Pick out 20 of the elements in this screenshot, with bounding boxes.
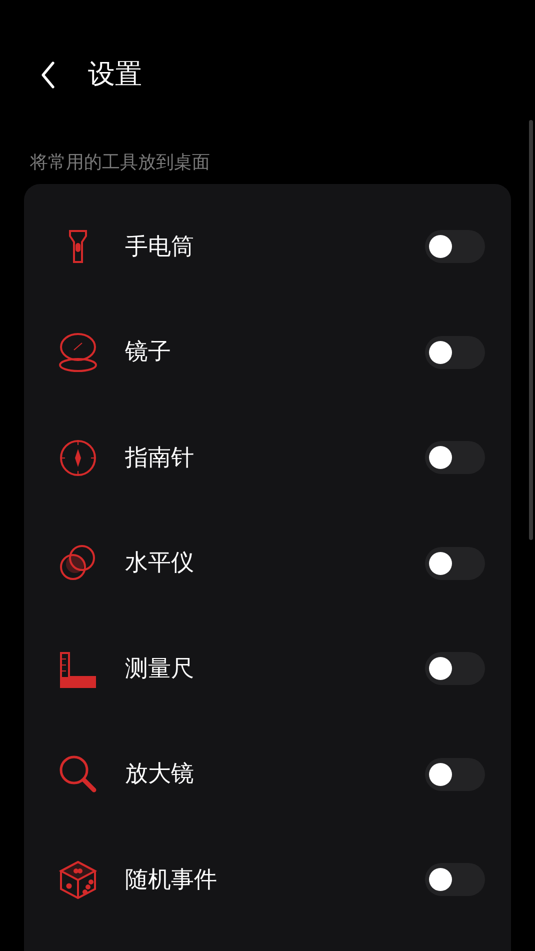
toggle-switch[interactable] [425, 230, 485, 264]
tool-label: 放大镜 [125, 760, 195, 789]
tool-label: 测量尺 [125, 654, 195, 684]
toggle-switch[interactable] [425, 441, 485, 474]
search-icon [58, 754, 98, 794]
toggle-switch[interactable] [425, 336, 485, 369]
toggle-switch[interactable] [425, 546, 485, 580]
toggle-switch[interactable] [425, 758, 485, 791]
tool-label: 手电筒 [125, 232, 195, 262]
toggle-switch[interactable] [425, 863, 485, 896]
mirror-icon [58, 332, 98, 372]
section-caption: 将常用的工具放到桌面 [30, 152, 210, 173]
page-title: 设置 [88, 58, 142, 92]
tool-label: 水平仪 [125, 549, 195, 578]
dice-icon [58, 860, 98, 900]
compass-icon [58, 438, 98, 478]
tool-label: 镜子 [125, 338, 172, 367]
toggle-switch[interactable] [425, 652, 485, 686]
tool-label: 指南针 [125, 444, 195, 472]
tool-label: 随机事件 [125, 866, 218, 894]
